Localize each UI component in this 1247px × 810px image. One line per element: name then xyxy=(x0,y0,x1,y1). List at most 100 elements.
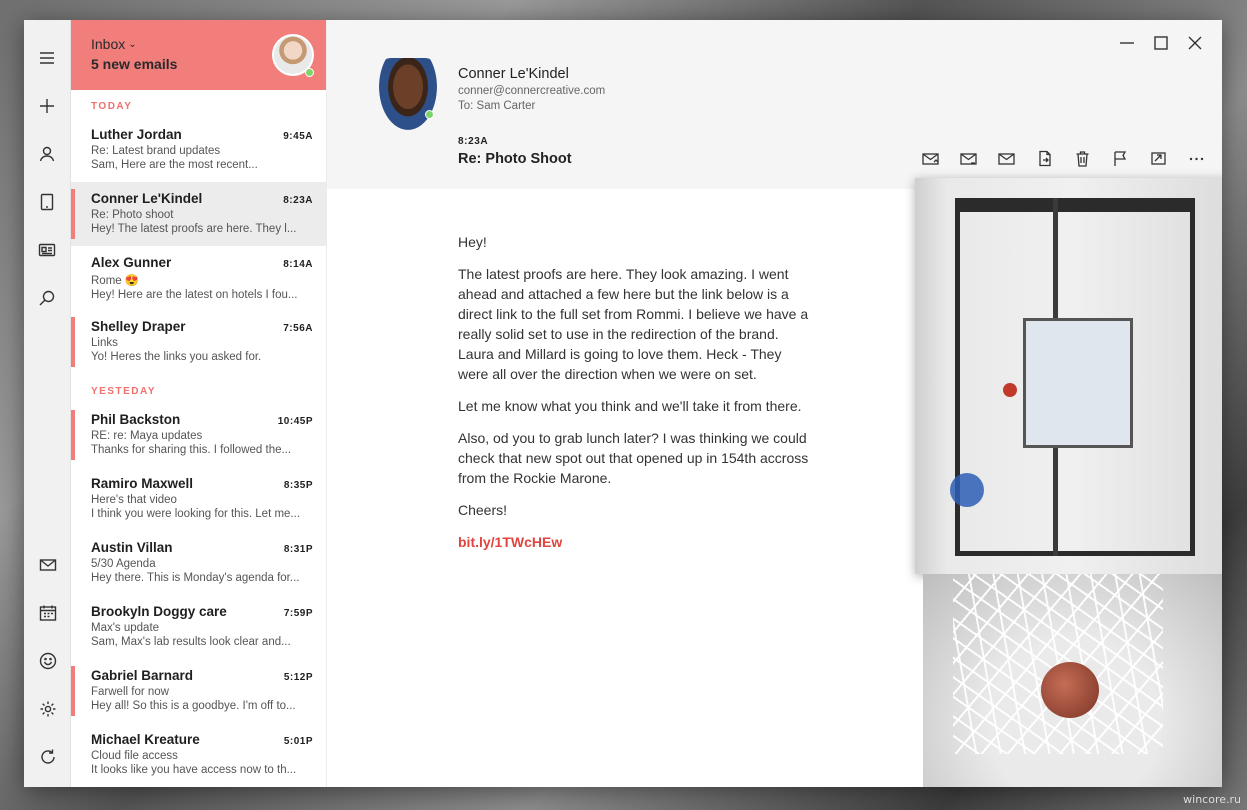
message-header: Conner Le'Kindel conner@connercreative.c… xyxy=(327,20,1222,189)
list-item[interactable]: Luther Jordan 9:45A Re: Latest brand updat… xyxy=(71,118,326,182)
section-today: TODAY xyxy=(91,101,133,112)
item-preview: Hey! Here are the latest on hotels I fou… xyxy=(91,289,298,301)
trash-icon[interactable] xyxy=(1070,147,1094,169)
list-item[interactable]: Shelley Draper 7:56A Links Yo! Heres the li… xyxy=(71,310,326,374)
body-paragraph: Also, od you to grab lunch later? I was … xyxy=(458,430,809,486)
item-preview: Hey there. This is Monday's agenda for..… xyxy=(91,572,300,584)
flag-indicator xyxy=(71,317,75,367)
reading-pane: Conner Le'Kindel conner@connercreative.c… xyxy=(327,20,1222,787)
list-item[interactable]: Phil Backston 10:45P RE: re: Maya updates T… xyxy=(71,403,326,467)
message-time: 8:23A xyxy=(458,136,489,147)
list-item[interactable]: Michael Kreature 5:01P Cloud file access It… xyxy=(71,723,326,787)
minimize-button[interactable] xyxy=(1114,32,1140,54)
list-item[interactable]: Gabriel Barnard 5:12P Farwell for now Hey a… xyxy=(71,659,326,723)
item-time: 9:45A xyxy=(283,131,313,142)
attachment-photo-door[interactable] xyxy=(915,178,1222,574)
item-preview: Thanks for sharing this. I followed the.… xyxy=(91,444,292,456)
message-toolbar xyxy=(918,147,1208,169)
message-body: Hey! The latest proofs are here. They lo… xyxy=(458,232,814,564)
item-time: 7:59P xyxy=(283,608,313,619)
list-header: Inbox ⌄ 5 new emails xyxy=(71,20,326,90)
flag-icon[interactable] xyxy=(1108,147,1132,169)
item-time: 8:14A xyxy=(283,259,313,270)
maximize-button[interactable] xyxy=(1148,32,1174,54)
smiley-icon[interactable] xyxy=(24,637,71,685)
item-sender: Michael Kreature xyxy=(91,732,200,747)
nav-rail xyxy=(24,20,71,787)
item-time: 7:56A xyxy=(283,323,313,334)
refresh-icon[interactable] xyxy=(24,733,71,781)
item-time: 8:31P xyxy=(283,544,313,555)
body-paragraph: The latest proofs are here. They look am… xyxy=(458,266,809,382)
item-preview: Sam, Max's lab results look clear and... xyxy=(91,636,291,648)
more-icon[interactable] xyxy=(1184,147,1208,169)
mail-icon[interactable] xyxy=(24,541,71,589)
item-preview: Yo! Heres the links you asked for. xyxy=(91,351,262,363)
reply-icon[interactable] xyxy=(918,147,942,169)
news-icon[interactable] xyxy=(24,226,71,274)
item-sender: Ramiro Maxwell xyxy=(91,476,194,491)
gear-icon[interactable] xyxy=(24,685,71,733)
list-item[interactable]: Conner Le'Kindel 8:23A Re: Photo shoot Hey!… xyxy=(71,182,326,246)
move-icon[interactable] xyxy=(1146,147,1170,169)
item-sender: Austin Villan xyxy=(91,540,173,555)
flag-indicator xyxy=(71,666,75,716)
list-item[interactable]: Austin Villan 8:31P 5/30 Agenda Hey there. … xyxy=(71,531,326,595)
item-subject: 5/30 Agenda xyxy=(91,558,156,570)
yesterday-messages: Phil Backston 10:45P RE: re: Maya updates T… xyxy=(71,403,326,787)
item-sender: Luther Jordan xyxy=(91,127,182,142)
body-paragraph: Cheers! xyxy=(458,502,508,518)
search-icon[interactable] xyxy=(24,274,71,322)
sender-avatar xyxy=(379,58,437,130)
list-item[interactable]: Brookyln Doggy care 7:59P Max's update Sam,… xyxy=(71,595,326,659)
watermark: wincore.ru xyxy=(1183,793,1241,806)
person-icon[interactable] xyxy=(24,130,71,178)
item-sender: Gabriel Barnard xyxy=(91,668,194,683)
photo-blue-detail xyxy=(950,473,984,507)
item-time: 5:12P xyxy=(283,672,313,683)
item-time: 10:45P xyxy=(277,416,313,427)
item-sender: Alex Gunner xyxy=(91,255,172,270)
chevron-down-icon: ⌄ xyxy=(128,38,137,50)
menu-icon[interactable] xyxy=(24,34,71,82)
window-controls xyxy=(1114,32,1208,54)
today-messages: Luther Jordan 9:45A Re: Latest brand updat… xyxy=(71,118,326,374)
flag-indicator xyxy=(71,189,75,239)
item-time: 8:23A xyxy=(283,195,313,206)
plus-icon[interactable] xyxy=(24,82,71,130)
tablet-icon[interactable] xyxy=(24,178,71,226)
sender-name: Conner Le'Kindel xyxy=(458,66,569,82)
item-preview: It looks like you have access now to th.… xyxy=(91,764,297,776)
reply-all-icon[interactable] xyxy=(956,147,980,169)
recipient-line: To: Sam Carter xyxy=(458,100,536,112)
item-subject: Cloud file access xyxy=(91,750,178,762)
mail-window: Inbox ⌄ 5 new emails TODAY Luther Jordan… xyxy=(24,20,1222,787)
body-paragraph: Let me know what you think and we'll tak… xyxy=(458,398,802,414)
item-preview: Sam, Here are the most recent... xyxy=(91,159,258,171)
presence-indicator xyxy=(305,68,314,77)
item-subject: RE: re: Maya updates xyxy=(91,430,203,442)
item-subject: Rome 😍 xyxy=(91,275,140,287)
item-time: 5:01P xyxy=(283,736,313,747)
sender-email[interactable]: conner@connercreative.com xyxy=(458,85,605,97)
message-list: Inbox ⌄ 5 new emails TODAY Luther Jordan… xyxy=(71,20,327,787)
item-time: 8:35P xyxy=(283,480,313,491)
attachment-photo-cage[interactable] xyxy=(923,574,1222,787)
archive-icon[interactable] xyxy=(1032,147,1056,169)
close-button[interactable] xyxy=(1182,32,1208,54)
message-subject: Re: Photo Shoot xyxy=(458,151,572,167)
list-item[interactable]: Ramiro Maxwell 8:35P Here's that video I th… xyxy=(71,467,326,531)
sender-presence-indicator xyxy=(425,110,434,119)
photo-inner-window xyxy=(1023,318,1133,448)
list-item[interactable]: Alex Gunner 8:14A Rome 😍 Hey! Here are the … xyxy=(71,246,326,310)
forward-icon[interactable] xyxy=(994,147,1018,169)
photo-set-link[interactable]: bit.ly/1TWcHEw xyxy=(458,534,562,550)
item-preview: Hey! The latest proofs are here. They l.… xyxy=(91,223,297,235)
calendar-icon[interactable] xyxy=(24,589,71,637)
body-paragraph: Hey! xyxy=(458,234,487,250)
item-subject: Re: Latest brand updates xyxy=(91,145,221,157)
item-preview: I think you were looking for this. Let m… xyxy=(91,508,301,520)
item-subject: Max's update xyxy=(91,622,160,634)
item-sender: Conner Le'Kindel xyxy=(91,191,203,206)
folder-name: Inbox xyxy=(91,36,126,52)
